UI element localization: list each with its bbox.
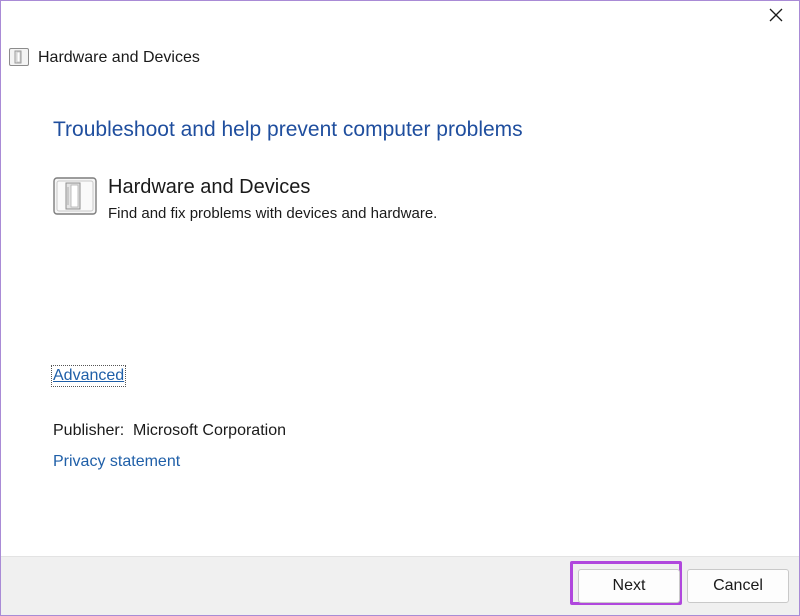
privacy-statement-link[interactable]: Privacy statement — [53, 453, 180, 471]
title-bar: Hardware and Devices — [1, 1, 799, 81]
hardware-device-icon — [9, 48, 29, 66]
hardware-device-icon — [53, 177, 97, 215]
footer-bar: Next Cancel — [1, 556, 799, 615]
troubleshooter-title: Hardware and Devices — [108, 176, 311, 198]
publisher-label: Publisher: — [53, 422, 125, 439]
troubleshooter-window: Hardware and Devices Troubleshoot and he… — [0, 0, 800, 616]
troubleshooter-description: Find and fix problems with devices and h… — [108, 205, 438, 222]
close-button[interactable] — [753, 1, 799, 33]
page-heading: Troubleshoot and help prevent computer p… — [53, 118, 523, 141]
window-title: Hardware and Devices — [38, 49, 200, 66]
next-button[interactable]: Next — [578, 569, 680, 603]
cancel-button[interactable]: Cancel — [687, 569, 789, 603]
publisher-value: Microsoft Corporation — [133, 422, 286, 439]
publisher-line: Publisher: Microsoft Corporation — [53, 422, 286, 440]
advanced-link[interactable]: Advanced — [50, 365, 127, 387]
close-icon — [769, 8, 783, 27]
